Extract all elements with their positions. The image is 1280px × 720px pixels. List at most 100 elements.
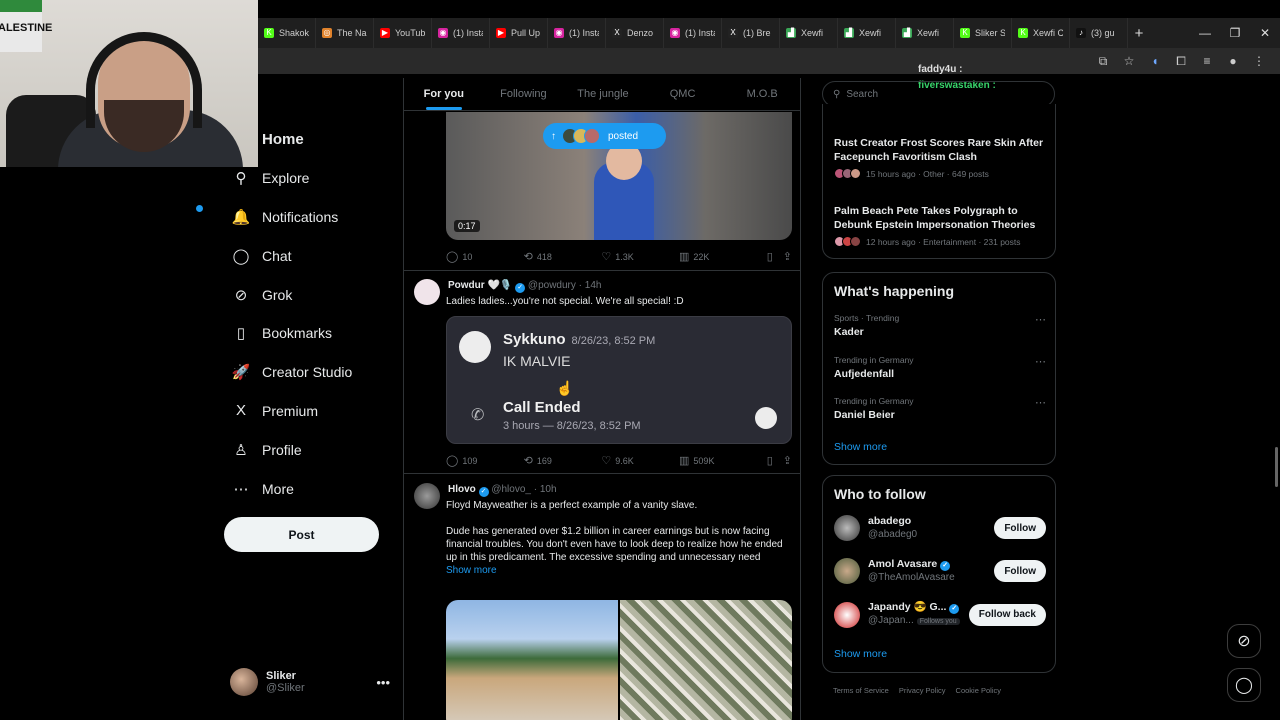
views-button[interactable]: ▥ 22K <box>679 250 757 263</box>
author-handle[interactable]: @powdury · 14h <box>528 280 602 291</box>
tweet-media[interactable] <box>446 600 792 720</box>
avatar[interactable] <box>834 515 860 541</box>
menu-icon[interactable]: ⋮ <box>1246 54 1272 68</box>
trend-context: Trending in Germany <box>834 396 914 406</box>
browser-tab[interactable]: ▶ YouTub <box>374 18 432 48</box>
browser-tab[interactable]: ♪ (3) gu <box>1070 18 1128 48</box>
author-name[interactable]: Hlovo <box>448 484 476 495</box>
install-icon[interactable]: ⧉ <box>1090 54 1116 69</box>
browser-tab[interactable]: X Denzo <box>606 18 664 48</box>
more-icon[interactable]: ⋯ <box>1035 396 1046 409</box>
trend-item[interactable]: Trending in Germany Daniel Beier ⋯ <box>834 396 1046 421</box>
browser-tab[interactable]: ▶ Pull Up <box>490 18 548 48</box>
avatar[interactable] <box>834 558 860 584</box>
nav-item-home[interactable]: ⌂Home <box>230 120 400 159</box>
like-button[interactable]: ♡ 1.3K <box>601 250 679 263</box>
browser-tab[interactable]: ◉ (1) Insta <box>664 18 722 48</box>
nav-item-grok[interactable]: ⊘ Grok <box>230 275 400 314</box>
browser-tab[interactable]: K Sliker S <box>954 18 1012 48</box>
follow-suggestion[interactable]: Japandy 😎 G... ✓ @Japan... Follows you Foll… <box>834 600 1046 629</box>
avatar[interactable] <box>414 483 440 509</box>
browser-tab[interactable]: ◉ (1) Insta <box>432 18 490 48</box>
footer-link[interactable]: Terms of Service <box>833 686 889 695</box>
feed-tab[interactable]: Following <box>484 78 564 110</box>
tab-favicon-icon: K <box>960 28 970 38</box>
mansion-image[interactable] <box>446 600 618 720</box>
minimize-icon[interactable]: — <box>1190 26 1220 40</box>
nav-item-bookmarks[interactable]: ▯ Bookmarks <box>230 314 400 353</box>
browser-tab[interactable]: ▟ Xewfi <box>780 18 838 48</box>
mouse-cursor-icon: ☝ <box>556 380 574 396</box>
repost-button[interactable]: ⟲ 418 <box>524 250 602 263</box>
new-posts-pill[interactable]: ↑ posted <box>543 123 666 149</box>
scrollbar[interactable] <box>1275 447 1278 487</box>
nav-item-more[interactable]: ⋯ More <box>230 469 400 508</box>
embedded-image[interactable]: Sykkuno 8/26/23, 8:52 PM IK MALVIE ✆ Call… <box>446 316 792 444</box>
more-icon[interactable]: ⋯ <box>1035 313 1046 326</box>
nav-item-explore[interactable]: ⚲ Explore <box>230 159 400 198</box>
browser-tab[interactable]: ◉ (1) Insta <box>548 18 606 48</box>
nav-item-notifications[interactable]: 🔔 Notifications <box>196 198 400 237</box>
browser-tab[interactable]: ▟ Xewfi <box>896 18 954 48</box>
trend-item[interactable]: Sports · Trending Kader ⋯ <box>834 313 1046 338</box>
reply-button[interactable]: ◯ 109 <box>446 454 524 467</box>
puzzle-icon[interactable]: ⧠ <box>1168 54 1194 69</box>
nav-item-label: Premium <box>262 402 319 419</box>
views-button[interactable]: ▥ 509K <box>679 454 757 467</box>
show-more-link[interactable]: Show more <box>446 564 786 577</box>
like-button[interactable]: ♡ 9.6K <box>601 454 679 467</box>
show-more-link[interactable]: Show more <box>834 441 887 453</box>
feed-tab[interactable]: QMC <box>643 78 723 110</box>
author-handle[interactable]: @hlovo_ · 10h <box>491 484 556 495</box>
nav-item-premium[interactable]: X Premium <box>230 392 400 431</box>
account-switcher[interactable]: Sliker @Sliker ••• <box>230 666 390 698</box>
feed-tab[interactable]: The jungle <box>563 78 643 110</box>
new-tab-button[interactable]: + <box>1128 25 1150 42</box>
follow-button[interactable]: Follow <box>994 560 1046 582</box>
star-icon[interactable]: ☆ <box>1116 54 1142 68</box>
bookmark-icon[interactable]: ▯ <box>767 250 773 263</box>
repost-button[interactable]: ⟲ 169 <box>524 454 602 467</box>
media-icon[interactable]: ≡ <box>1194 54 1220 68</box>
footer-link[interactable]: Cookie Policy <box>956 686 1001 695</box>
more-icon[interactable]: ••• <box>376 675 390 690</box>
avatar[interactable] <box>834 601 860 628</box>
footer-link[interactable]: Privacy Policy <box>899 686 946 695</box>
grok-fab-icon[interactable]: ⊘ <box>1227 624 1261 658</box>
close-icon[interactable]: ✕ <box>1250 26 1280 40</box>
nav-item-profile[interactable]: ♙ Profile <box>230 430 400 469</box>
browser-tab[interactable]: ▟ Xewfi <box>838 18 896 48</box>
share-icon[interactable]: ⇪ <box>783 454 792 467</box>
chat-fab-icon[interactable]: ◯ <box>1227 668 1261 702</box>
share-icon[interactable]: ⇪ <box>783 250 792 263</box>
tab-title: (3) gu <box>1091 28 1115 38</box>
reply-button[interactable]: ◯ 10 <box>446 250 524 263</box>
feed-tab[interactable]: M.O.B <box>722 78 800 110</box>
bookmark-icon[interactable]: ▯ <box>767 454 773 467</box>
maximize-icon[interactable]: ❐ <box>1220 26 1250 40</box>
author-name[interactable]: Powdur 🤍🎙️ <box>448 280 512 291</box>
feed-tab[interactable]: For you <box>404 78 484 110</box>
avatar[interactable] <box>414 279 440 305</box>
news-item[interactable]: Palm Beach Pete Takes Polygraph to Debun… <box>834 204 1046 247</box>
show-more-link[interactable]: Show more <box>834 648 887 660</box>
follow-suggestion[interactable]: abadego @abadeg0 Follow <box>834 514 1046 542</box>
phone-icon: ✆ <box>471 407 485 424</box>
news-item[interactable]: Rust Creator Frost Scores Rare Skin Afte… <box>834 136 1046 179</box>
trend-item[interactable]: Trending in Germany Aufjedenfall ⋯ <box>834 355 1046 380</box>
money-image[interactable] <box>620 600 792 720</box>
nav-item-chat[interactable]: ◯ Chat <box>230 236 400 275</box>
profile-avatar-icon[interactable]: ● <box>1220 54 1246 68</box>
call-title: Call Ended <box>503 399 581 416</box>
post-button[interactable]: Post <box>224 517 379 552</box>
follow-suggestion[interactable]: Amol Avasare ✓ @TheAmolAvasare Follow <box>834 557 1046 585</box>
more-icon[interactable]: ⋯ <box>1035 355 1046 368</box>
follow-button[interactable]: Follow back <box>968 603 1046 626</box>
follow-button[interactable]: Follow <box>994 517 1046 539</box>
browser-tab[interactable]: ◎ The Na <box>316 18 374 48</box>
browser-tab[interactable]: K Xewfi C <box>1012 18 1070 48</box>
browser-tab[interactable]: X (1) Bre <box>722 18 780 48</box>
nav-item-creator-studio[interactable]: 🚀 Creator Studio <box>230 353 400 392</box>
browser-tab[interactable]: K Shakok <box>258 18 316 48</box>
extension-blue-icon[interactable]: ◖ <box>1142 54 1168 68</box>
